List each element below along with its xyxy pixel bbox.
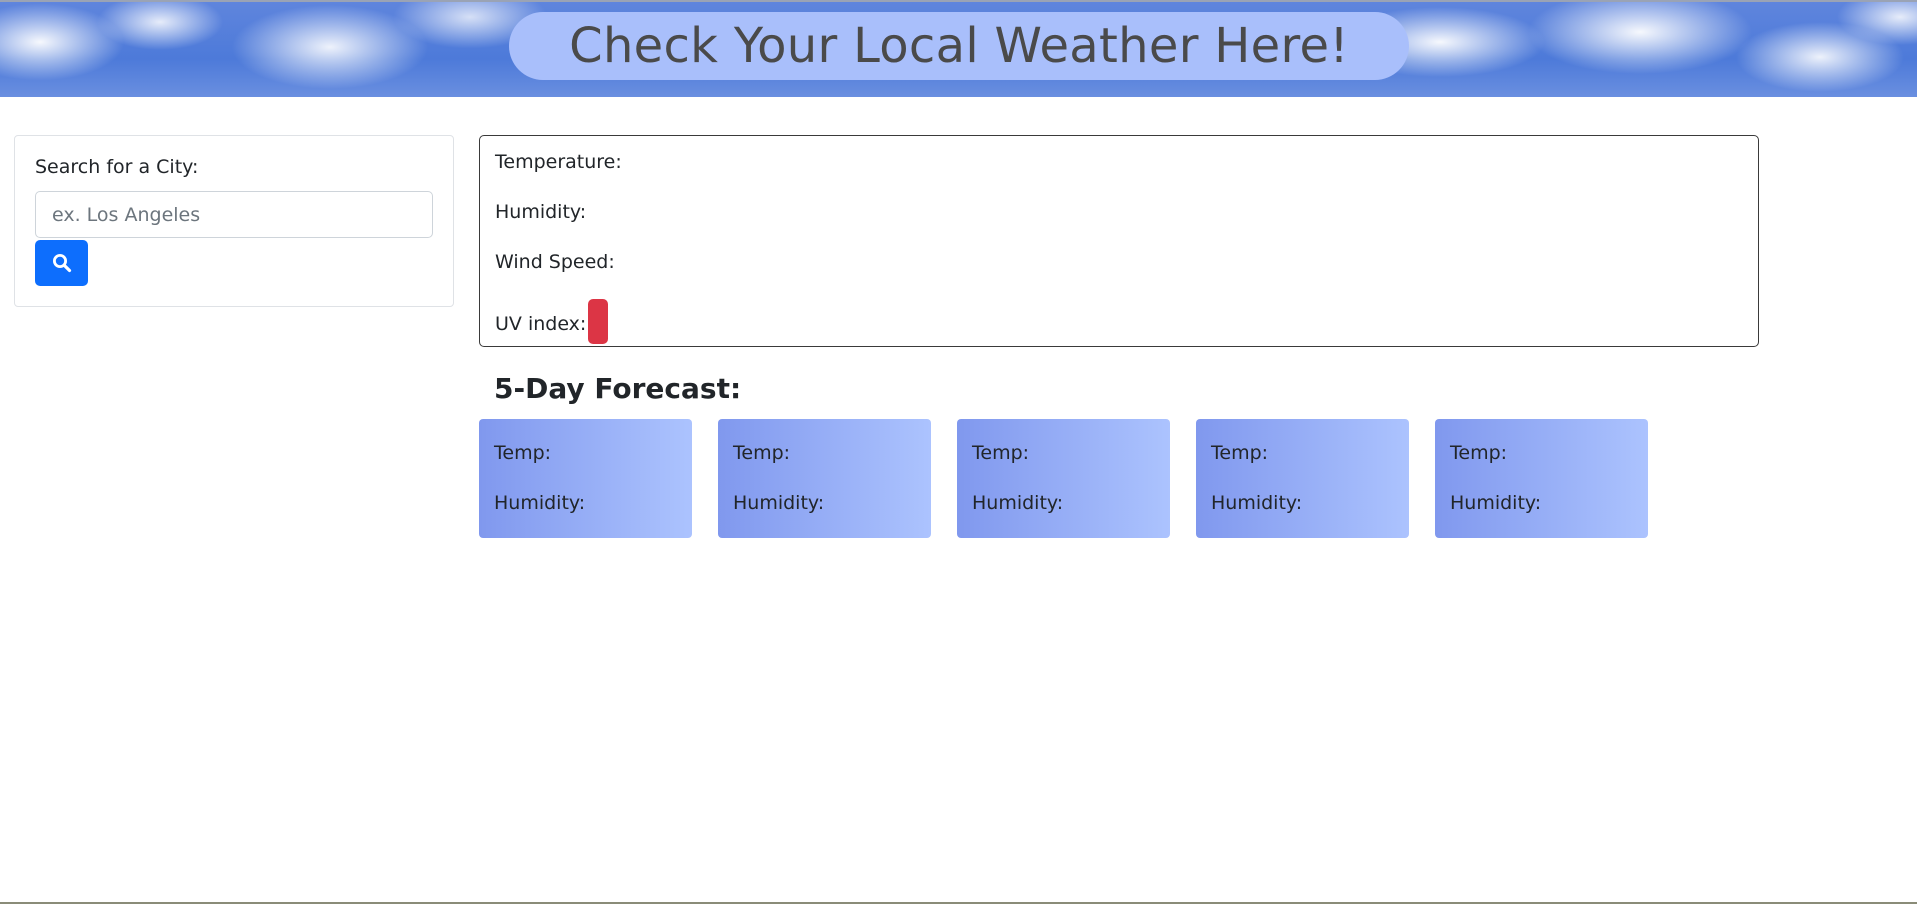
- city-search-input[interactable]: [35, 191, 433, 238]
- uv-index-label: UV index:: [495, 312, 587, 335]
- forecast-humidity-label: Humidity:: [1211, 492, 1303, 514]
- page-title: Check Your Local Weather Here!: [569, 18, 1349, 74]
- search-panel: Search for a City:: [14, 135, 454, 307]
- forecast-card-day-4: Temp: Humidity:: [1196, 419, 1409, 538]
- temperature-label: Temperature:: [495, 151, 622, 173]
- forecast-temp-label: Temp:: [972, 442, 1030, 464]
- forecast-card-day-5: Temp: Humidity:: [1435, 419, 1648, 538]
- page: Check Your Local Weather Here! Search fo…: [0, 0, 1917, 904]
- forecast-title: 5-Day Forecast:: [494, 372, 742, 405]
- forecast-humidity-label: Humidity:: [1450, 492, 1542, 514]
- forecast-humidity-label: Humidity:: [972, 492, 1064, 514]
- forecast-temp-label: Temp:: [1450, 442, 1508, 464]
- search-label: Search for a City:: [35, 156, 199, 178]
- header-title-pill: Check Your Local Weather Here!: [509, 12, 1409, 80]
- forecast-temp-label: Temp:: [494, 442, 552, 464]
- current-weather-card: Temperature: Humidity: Wind Speed: UV in…: [479, 135, 1759, 347]
- search-button[interactable]: [35, 240, 88, 286]
- humidity-label: Humidity:: [495, 201, 587, 223]
- forecast-humidity-label: Humidity:: [733, 492, 825, 514]
- forecast-card-day-2: Temp: Humidity:: [718, 419, 931, 538]
- forecast-humidity-label: Humidity:: [494, 492, 586, 514]
- forecast-card-day-3: Temp: Humidity:: [957, 419, 1170, 538]
- header-banner: Check Your Local Weather Here!: [0, 0, 1917, 97]
- forecast-temp-label: Temp:: [733, 442, 791, 464]
- search-icon: [52, 254, 71, 273]
- forecast-temp-label: Temp:: [1211, 442, 1269, 464]
- uv-index-row: UV index:: [495, 299, 609, 346]
- uv-index-badge: [588, 299, 609, 344]
- wind-speed-label: Wind Speed:: [495, 251, 615, 273]
- forecast-card-day-1: Temp: Humidity:: [479, 419, 692, 538]
